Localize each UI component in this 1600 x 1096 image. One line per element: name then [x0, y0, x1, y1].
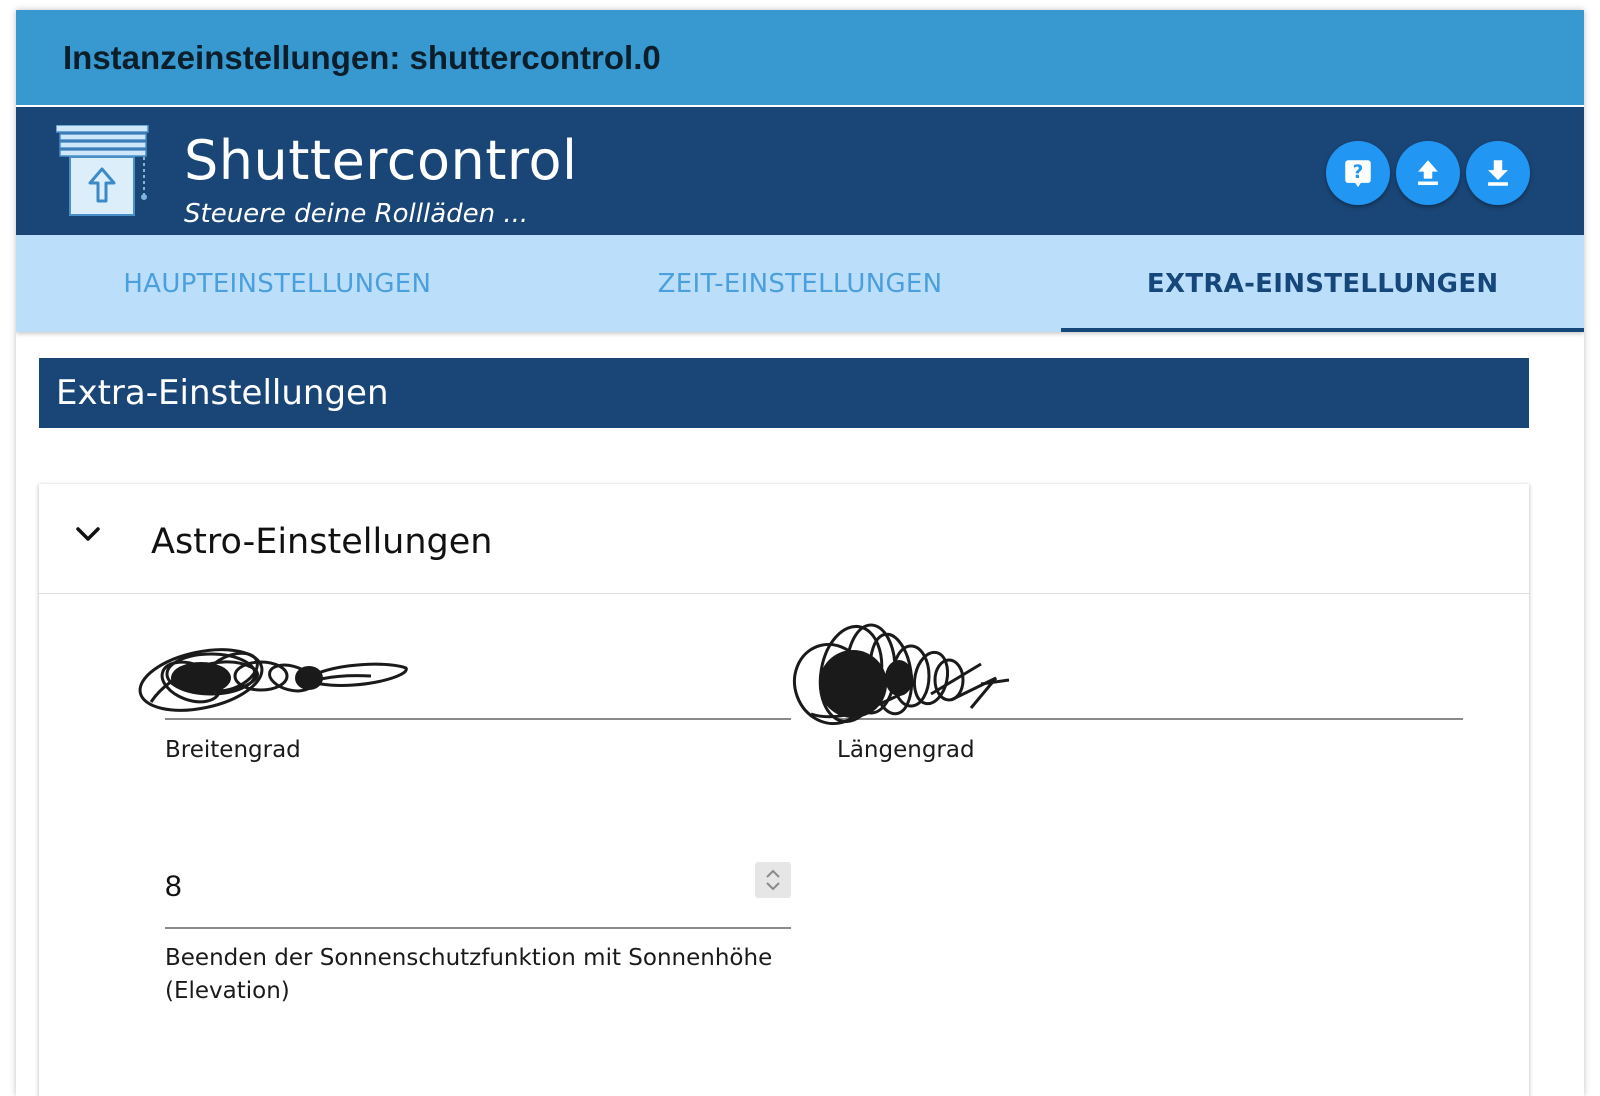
- tab-zeit-einstellungen[interactable]: ZEIT-EINSTELLUNGEN: [539, 235, 1062, 332]
- instance-settings-dialog: Instanzeinstellungen: shuttercontrol.0 S…: [16, 10, 1584, 1096]
- longitude-label: Längengrad: [837, 737, 975, 763]
- elevation-label: Beenden der Sonnenschutzfunktion mit Son…: [165, 945, 773, 1004]
- astro-panel-header[interactable]: Astro-Einstellungen: [39, 484, 1529, 594]
- help-icon: ?: [1345, 160, 1371, 188]
- tab-extra-einstellungen[interactable]: EXTRA-EINSTELLUNGEN: [1061, 235, 1584, 332]
- elevation-field: 8 Beenden der Sonnenschutzfunktion mit S…: [135, 844, 815, 1024]
- section-title: Extra-Einstellungen: [39, 358, 1529, 428]
- astro-settings-panel: Astro-Einstellungen Breitengrad Längengr…: [39, 484, 1529, 1096]
- settings-tabs: HAUPTEINSTELLUNGEN ZEIT-EINSTELLUNGEN EX…: [16, 235, 1584, 332]
- upload-icon: [1418, 160, 1438, 186]
- elevation-input[interactable]: 8: [165, 844, 791, 929]
- number-stepper[interactable]: [755, 862, 791, 898]
- download-icon: [1488, 160, 1508, 186]
- dialog-title: Instanzeinstellungen: shuttercontrol.0: [16, 10, 1584, 105]
- adapter-header: Shuttercontrol Steuere deine Rollläden .…: [16, 107, 1584, 235]
- latitude-field: Breitengrad: [135, 594, 795, 774]
- elevation-value: 8: [165, 870, 182, 903]
- chevron-down-icon: [76, 527, 100, 541]
- svg-text:?: ?: [1353, 162, 1364, 183]
- adapter-title: Shuttercontrol: [184, 129, 578, 192]
- stepper-arrows-icon: [766, 869, 780, 891]
- latitude-label: Breitengrad: [165, 737, 301, 763]
- longitude-input[interactable]: [793, 594, 1463, 726]
- shutter-logo-icon: [56, 125, 149, 216]
- adapter-subtitle: Steuere deine Rollläden ...: [184, 199, 529, 229]
- longitude-field: Längengrad: [793, 594, 1467, 774]
- download-button[interactable]: [1466, 141, 1530, 205]
- redaction-scribble: [138, 648, 408, 712]
- help-button[interactable]: ?: [1326, 141, 1390, 205]
- tab-haupteinstellungen[interactable]: HAUPTEINSTELLUNGEN: [16, 235, 539, 332]
- astro-panel-title: Astro-Einstellungen: [151, 522, 493, 562]
- redaction-scribble: [793, 623, 1010, 726]
- upload-button[interactable]: [1396, 141, 1460, 205]
- latitude-input[interactable]: [138, 594, 791, 720]
